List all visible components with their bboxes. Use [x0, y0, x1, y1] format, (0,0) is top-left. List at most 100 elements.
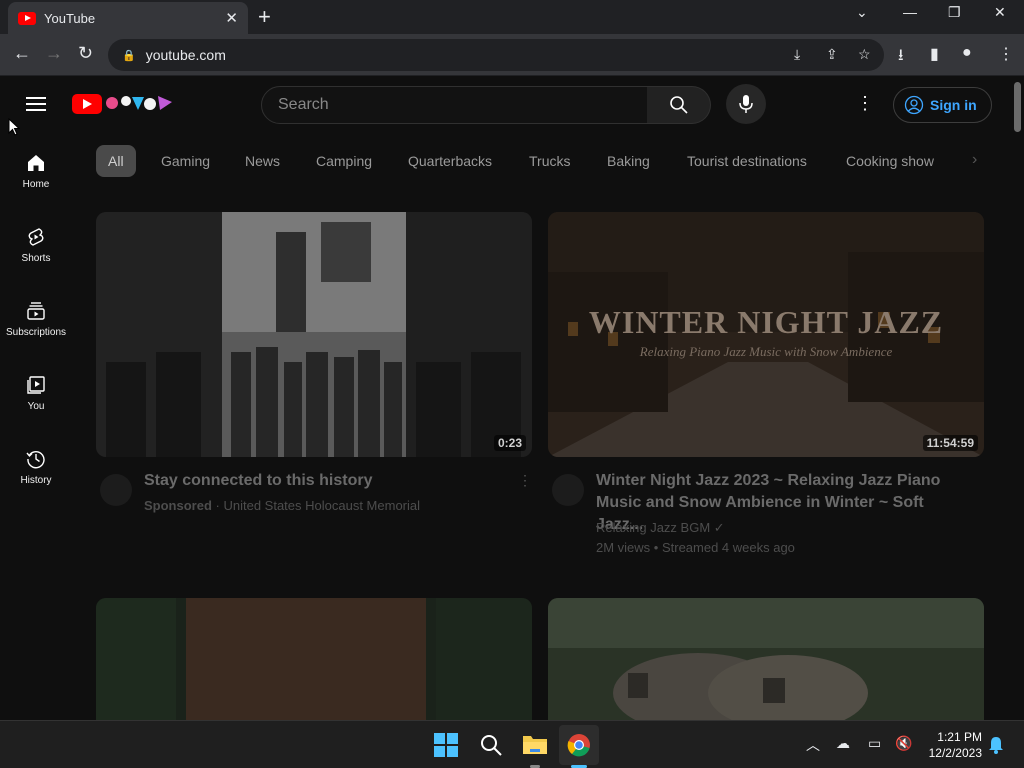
install-app-icon[interactable]: ⤓	[794, 46, 800, 63]
network-icon[interactable]: ▭	[868, 735, 881, 752]
filter-chip-bar: All Gaming News Camping Quarterbacks Tru…	[96, 145, 996, 177]
taskbar-clock[interactable]: 1:21 PM 12/2/2023	[922, 729, 982, 761]
lock-icon[interactable]: 🔒	[122, 49, 136, 62]
volume-muted-icon[interactable]: 🔇	[895, 735, 912, 752]
settings-kebab-icon[interactable]: ⋮	[856, 93, 874, 114]
forward-button[interactable]: →	[45, 43, 63, 64]
tray-overflow-chevron-icon[interactable]: ︿	[806, 735, 820, 755]
video-card[interactable]	[548, 598, 984, 720]
chip-camping[interactable]: Camping	[304, 145, 384, 177]
address-bar[interactable]: 🔒 youtube.com	[108, 39, 884, 71]
channel-name[interactable]: Relaxing Jazz BGM	[596, 520, 710, 535]
clock-date: 12/2/2023	[928, 746, 982, 760]
browser-tab-strip: YouTube ✕ + ⌄ — ❐ ✕	[0, 0, 1024, 34]
youtube-header: ⋮ Sign in	[0, 77, 1012, 133]
video-duration: 0:23	[493, 435, 526, 451]
youtube-favicon-icon	[18, 11, 36, 25]
side-panel-icon[interactable]: ▮	[930, 44, 939, 64]
verified-badge-icon: ✓	[713, 520, 725, 535]
chips-fade-overlay	[930, 145, 1000, 177]
subscriptions-icon	[27, 302, 45, 320]
search-input[interactable]	[278, 96, 647, 114]
file-explorer-icon[interactable]	[522, 733, 548, 755]
video-title[interactable]: Stay connected to this history	[144, 470, 514, 492]
reload-button[interactable]: ↻	[78, 43, 93, 64]
page-scrollbar-thumb[interactable]	[1014, 82, 1021, 132]
restore-button[interactable]: ❐	[948, 4, 961, 21]
home-icon	[28, 155, 44, 171]
tab-title: YouTube	[44, 10, 96, 26]
browser-toolbar: ← → ↻ 🔒 youtube.com ⤓ ⇪ ☆ ⭳ ▮ ● ⋮	[0, 34, 1024, 76]
sidebar-item-home[interactable]: Home	[0, 133, 72, 203]
hamburger-menu-icon[interactable]	[26, 97, 46, 111]
search-button[interactable]	[647, 86, 711, 124]
sidebar-item-you[interactable]: You	[0, 355, 72, 425]
share-icon[interactable]: ⇪	[826, 46, 838, 63]
account-circle-icon	[904, 95, 924, 115]
sign-in-button[interactable]: Sign in	[893, 87, 992, 123]
sidebar-item-shorts[interactable]: Shorts	[0, 207, 72, 277]
tab-close-icon[interactable]: ✕	[225, 9, 238, 27]
video-card[interactable]	[96, 598, 532, 720]
chip-news[interactable]: News	[233, 145, 292, 177]
minimize-button[interactable]: —	[903, 4, 917, 20]
sidebar-item-label: Home	[22, 179, 50, 190]
sidebar-item-label: Subscriptions	[5, 327, 67, 338]
redwood-tree-thumbnail	[96, 598, 532, 720]
sponsored-label: Sponsored	[144, 498, 212, 513]
new-tab-button[interactable]: +	[258, 4, 271, 30]
page-scrollbar-track[interactable]	[1012, 77, 1024, 720]
youtube-doodle-logo[interactable]	[104, 92, 174, 114]
video-card[interactable]: 0:23 Stay connected to this history Spon…	[96, 212, 532, 513]
search-box[interactable]	[261, 86, 648, 124]
sidebar-item-subscriptions[interactable]: Subscriptions	[0, 281, 72, 351]
browser-tab[interactable]: YouTube ✕	[8, 2, 248, 34]
channel-row: Relaxing Jazz BGM ✓	[596, 520, 725, 536]
video-thumbnail[interactable]	[548, 598, 984, 720]
voice-search-button[interactable]	[726, 84, 766, 124]
thumbnail-subtitle-text: Relaxing Piano Jazz Music with Snow Ambi…	[639, 344, 893, 359]
sidebar-item-history[interactable]: History	[0, 429, 72, 499]
you-icon	[27, 376, 45, 394]
windows-start-icon[interactable]	[434, 733, 458, 757]
chip-tourist-destinations[interactable]: Tourist destinations	[675, 145, 819, 177]
window-close-button[interactable]: ✕	[994, 4, 1006, 21]
downloads-icon[interactable]: ⭳	[898, 44, 904, 71]
back-button[interactable]: ←	[13, 43, 31, 64]
windows-taskbar: ︿ ☁ ▭ 🔇 1:21 PM 12/2/2023	[0, 720, 1024, 768]
chrome-app-icon[interactable]	[567, 733, 591, 757]
taskbar-search-icon[interactable]	[479, 733, 503, 757]
chip-baking[interactable]: Baking	[595, 145, 662, 177]
chrome-menu-icon[interactable]: ⋮	[998, 44, 1014, 64]
video-meta: Sponsored · United States Holocaust Memo…	[144, 498, 420, 513]
tab-search-icon[interactable]: ⌄	[856, 4, 868, 21]
video-thumbnail[interactable]: WINTER NIGHT JAZZ Relaxing Piano Jazz Mu…	[548, 212, 984, 457]
chip-all[interactable]: All	[96, 145, 136, 177]
video-options-kebab-icon[interactable]: ⋮	[518, 472, 532, 489]
video-thumbnail[interactable]: 0:23	[96, 212, 532, 457]
video-card[interactable]: WINTER NIGHT JAZZ Relaxing Piano Jazz Mu…	[548, 212, 984, 555]
chip-trucks[interactable]: Trucks	[517, 145, 582, 177]
video-thumbnail[interactable]	[96, 598, 532, 720]
clock-time: 1:21 PM	[937, 730, 982, 744]
video-stats: 2M views • Streamed 4 weeks ago	[596, 540, 795, 555]
earth-house-thumbnail	[548, 598, 984, 720]
profile-icon[interactable]: ●	[962, 44, 972, 62]
notification-bell-icon[interactable]	[988, 736, 1004, 754]
channel-name[interactable]: United States Holocaust Memorial	[223, 498, 420, 513]
sidebar-item-label: Shorts	[21, 253, 51, 264]
url-text: youtube.com	[145, 47, 226, 63]
channel-avatar[interactable]	[100, 474, 132, 506]
shorts-icon	[28, 228, 44, 246]
chips-next-chevron-icon[interactable]: ›	[972, 151, 977, 169]
onedrive-cloud-icon[interactable]: ☁	[836, 735, 850, 752]
youtube-logo-icon[interactable]	[72, 94, 102, 114]
channel-avatar[interactable]	[552, 474, 584, 506]
microphone-icon	[739, 95, 753, 113]
bookmark-star-icon[interactable]: ☆	[858, 46, 871, 63]
chip-gaming[interactable]: Gaming	[149, 145, 222, 177]
chip-quarterbacks[interactable]: Quarterbacks	[396, 145, 504, 177]
video-grid: 0:23 Stay connected to this history Spon…	[96, 212, 984, 720]
sidebar-item-label: History	[20, 475, 52, 486]
history-icon	[26, 451, 45, 469]
